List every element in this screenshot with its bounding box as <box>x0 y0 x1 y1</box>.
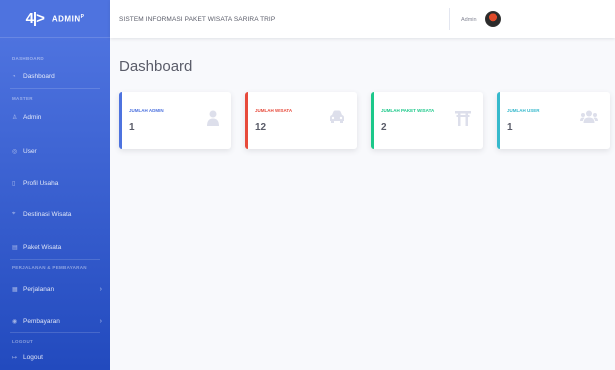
torii-gate-icon <box>455 110 471 131</box>
stat-card-wisata: JUMLAH WISATA 12 <box>245 92 357 149</box>
stat-card-value: 1 <box>507 122 513 133</box>
brand[interactable]: 4|> ADMINP <box>0 0 110 38</box>
users-icon <box>580 110 598 128</box>
calendar-icon: ▦ <box>12 287 18 293</box>
sidebar-item-user[interactable]: ◎ User <box>12 148 102 155</box>
user-icon <box>207 110 219 131</box>
sidebar-heading-master: MASTER <box>12 96 33 101</box>
document-icon: ▯ <box>12 181 16 187</box>
money-icon: ◉ <box>12 319 18 325</box>
sidebar-item-label: User <box>23 148 37 155</box>
stat-card-label: JUMLAH USER <box>507 108 540 113</box>
page-title: Dashboard <box>119 58 193 75</box>
user-name[interactable]: Admin <box>461 17 477 23</box>
sidebar-item-label: Pembayaran <box>23 318 60 325</box>
user-circle-icon: ◎ <box>12 149 18 155</box>
sidebar-item-label: Paket Wisata <box>23 244 62 251</box>
user-icon: ♙ <box>12 115 18 121</box>
sidebar-item-paket-wisata[interactable]: ▤ Paket Wisata <box>12 244 102 251</box>
sidebar-item-label: Profil Usaha <box>23 180 59 187</box>
brand-logo-icon: 4|> <box>25 10 45 27</box>
stat-card-label: JUMLAH WISATA <box>255 108 293 113</box>
sidebar-item-label: Perjalanan <box>23 286 55 293</box>
avatar[interactable] <box>485 11 501 27</box>
sidebar: 4|> ADMINP DASHBOARD ◔ Dashboard MASTER … <box>0 0 110 370</box>
stat-card-value: 2 <box>381 122 387 133</box>
stat-card-label: JUMLAH PAKET WISATA <box>381 108 435 113</box>
sidebar-item-label: Destinasi Wisata <box>23 211 72 218</box>
sidebar-item-destinasi-wisata[interactable]: ⌖ Destinasi Wisata <box>12 211 102 218</box>
sidebar-item-admin[interactable]: ♙ Admin <box>12 114 102 121</box>
sidebar-item-profil-usaha[interactable]: ▯ Profil Usaha <box>12 180 102 187</box>
chevron-right-icon: › <box>99 318 102 325</box>
tachometer-icon: ◔ <box>12 73 16 80</box>
sidebar-item-label: Dashboard <box>23 73 55 80</box>
sidebar-divider <box>10 88 100 89</box>
stat-card-value: 12 <box>255 122 267 133</box>
sidebar-divider <box>10 259 100 260</box>
sidebar-heading-logout: LOGOUT <box>12 339 34 344</box>
sign-out-icon: ↦ <box>12 355 18 361</box>
stat-card-label: JUMLAH ADMIN <box>129 108 164 113</box>
package-icon: ▤ <box>12 245 18 251</box>
stat-card-user: JUMLAH USER 1 <box>497 92 610 149</box>
sidebar-item-pembayaran[interactable]: ◉ Pembayaran › <box>12 318 102 325</box>
car-icon <box>329 110 345 128</box>
topbar: SISTEM INFORMASI PAKET WISATA SARIRA TRI… <box>110 0 615 38</box>
sidebar-item-logout[interactable]: ↦ Logout <box>12 354 102 361</box>
sidebar-divider <box>10 332 100 333</box>
map-pin-icon: ⌖ <box>12 211 16 217</box>
stat-card-value: 1 <box>129 122 135 133</box>
app-title: SISTEM INFORMASI PAKET WISATA SARIRA TRI… <box>119 15 276 23</box>
stat-card-admin: JUMLAH ADMIN 1 <box>119 92 231 149</box>
sidebar-heading-dashboard: DASHBOARD <box>12 56 44 61</box>
sidebar-item-perjalanan[interactable]: ▦ Perjalanan › <box>12 286 102 293</box>
sidebar-item-label: Admin <box>23 114 42 121</box>
topbar-divider <box>449 8 450 30</box>
sidebar-item-dashboard[interactable]: ◔ Dashboard <box>12 73 102 80</box>
chevron-right-icon: › <box>99 286 102 293</box>
sidebar-heading-perjalanan: PERJALANAN & PEMBAYARAN <box>12 265 87 270</box>
sidebar-item-label: Logout <box>23 354 43 361</box>
brand-name: ADMINP <box>51 13 85 24</box>
stat-card-paket-wisata: JUMLAH PAKET WISATA 2 <box>371 92 483 149</box>
